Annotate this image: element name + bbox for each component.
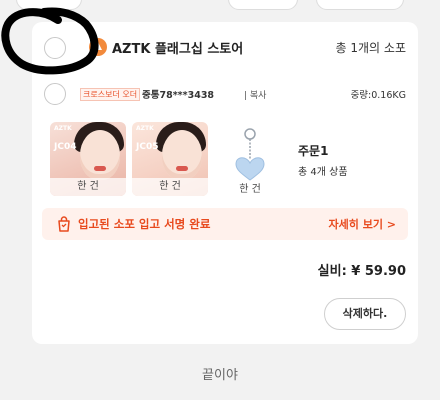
shop-select-checkbox[interactable] — [44, 37, 66, 59]
order-number: 중통78***3438 — [142, 90, 215, 101]
model-face — [162, 130, 202, 180]
order-select-checkbox[interactable] — [44, 83, 66, 105]
actual-payment: 실비: ¥ 59.90 — [317, 264, 406, 279]
package-bag-icon — [58, 216, 70, 232]
shop-name[interactable]: AZTK 플래그십 스토어 — [112, 38, 243, 57]
order-weight: 중량:0.16KG — [350, 90, 406, 101]
top-tab-stub[interactable] — [316, 0, 404, 10]
package-count: 총 1개의 소포 — [335, 41, 406, 55]
shop-logo-icon — [89, 38, 107, 56]
model-lips — [94, 166, 106, 171]
cross-border-tag: 크로스보더 오더 — [80, 88, 141, 101]
copy-button[interactable]: | 복사 — [244, 88, 266, 101]
order-info-row: 크로스보더 오더 중통78***3438 | 복사 중량:0.16KG — [32, 82, 418, 106]
notice-message: 입고된 소포 입고 서명 완료 — [78, 217, 211, 231]
top-tab-stub[interactable] — [228, 0, 298, 10]
item-count: 총 4개 상품 — [298, 167, 348, 178]
product-code: JC05 — [136, 142, 159, 152]
product-thumbnail[interactable]: AZTK JC05 한 건 — [132, 122, 208, 196]
item-quantity-label: 한 건 — [132, 178, 208, 196]
delivery-notice[interactable]: 입고된 소포 입고 서명 완료 자세히 보기 > — [42, 208, 408, 240]
product-brand: AZTK — [54, 125, 72, 132]
product-code: JC04 — [54, 142, 77, 152]
model-lips — [176, 166, 188, 171]
view-details-link[interactable]: 자세히 보기 > — [329, 216, 396, 232]
order-summary: 주문1 총 4개 상품 — [298, 142, 348, 178]
delete-button[interactable]: 삭제하다. — [324, 298, 406, 330]
order-label: 주문1 — [298, 144, 329, 158]
shop-header: AZTK 플래그십 스토어 총 1개의 소포 — [32, 34, 418, 62]
product-brand: AZTK — [136, 125, 154, 132]
product-thumbnail[interactable]: AZTK JC04 한 건 — [50, 122, 126, 196]
item-quantity-label: 한 건 — [239, 184, 261, 195]
end-of-list-label: 끝이야 — [202, 368, 238, 383]
item-quantity-label: 한 건 — [50, 178, 126, 196]
top-tab-stub[interactable] — [16, 0, 82, 10]
order-card: AZTK 플래그십 스토어 총 1개의 소포 크로스보더 오더 중통78***3… — [32, 22, 418, 344]
model-face — [80, 130, 120, 180]
